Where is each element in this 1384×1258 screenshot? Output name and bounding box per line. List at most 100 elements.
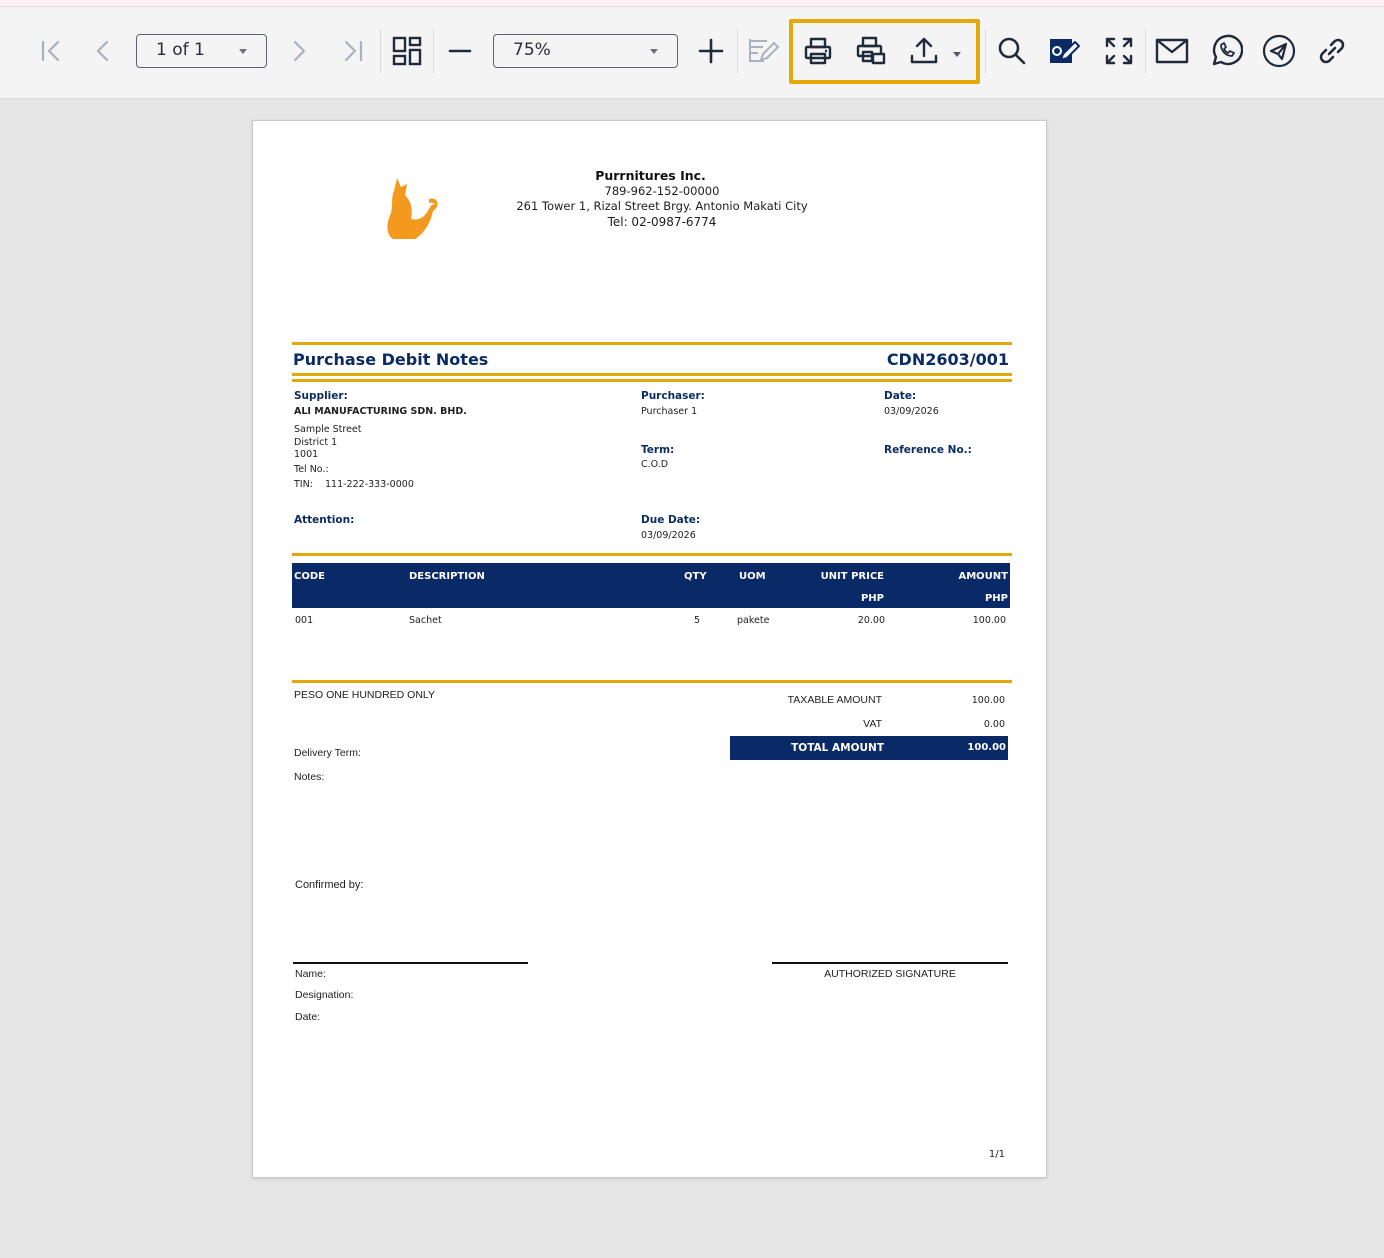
edit-form-button[interactable] (745, 33, 781, 69)
previous-page-button[interactable] (85, 33, 121, 69)
first-page-button[interactable] (33, 33, 69, 69)
page-indicator: 1 of 1 (156, 40, 205, 60)
supplier-tin-label: TIN: (294, 479, 313, 490)
export-dropdown-caret[interactable] (953, 52, 961, 57)
notes-label: Notes: (294, 771, 325, 783)
gold-divider (292, 373, 1012, 376)
zoom-in-icon (698, 38, 724, 64)
toolbar-separator (985, 29, 986, 73)
link-button[interactable] (1314, 33, 1350, 69)
taxable-amount-value: 100.00 (971, 695, 1005, 706)
row-uom: pakete (737, 615, 770, 626)
purchaser-label: Purchaser: (641, 390, 705, 402)
thumbnails-icon (392, 36, 422, 66)
first-page-icon (41, 40, 60, 62)
chevron-down-icon (650, 49, 658, 54)
delivery-term-label: Delivery Term: (294, 747, 361, 759)
date-value: 03/09/2026 (884, 406, 939, 417)
gold-divider (292, 680, 1012, 683)
last-page-icon (344, 40, 363, 62)
header-code: CODE (294, 571, 325, 582)
next-page-button[interactable] (281, 33, 317, 69)
supplier-tel: Tel No.: (294, 464, 329, 475)
sign-button[interactable] (1047, 33, 1083, 69)
document-page: Purrnitures Inc. 789-962-152-00000 261 T… (252, 120, 1047, 1178)
page-selector[interactable]: 1 of 1 (136, 34, 267, 68)
gold-divider (292, 342, 1012, 345)
term-label: Term: (641, 444, 675, 456)
due-date-value: 03/09/2026 (641, 530, 696, 541)
term-value: C.O.D (641, 459, 669, 470)
supplier-address-line2: District 1 (294, 437, 338, 448)
email-icon (1155, 38, 1189, 64)
whatsapp-button[interactable] (1208, 33, 1244, 69)
toolbar-separator (433, 29, 434, 73)
header-unit-price-currency: PHP (860, 593, 884, 604)
zoom-in-button[interactable] (693, 33, 729, 69)
gold-divider (292, 553, 1012, 556)
designation-label: Designation: (295, 989, 354, 1001)
date-label: Date: (884, 390, 917, 402)
search-icon (998, 37, 1026, 65)
header-qty: QTY (684, 571, 707, 582)
document-number: CDN2603/001 (886, 350, 1009, 369)
supplier-address-line3: 1001 (294, 449, 319, 460)
fullscreen-button[interactable] (1101, 33, 1137, 69)
edit-form-icon (749, 39, 779, 62)
toolbar-separator (1145, 29, 1146, 73)
total-amount-value: 100.00 (967, 742, 1006, 753)
toolbar-separator (737, 29, 738, 73)
telegram-button[interactable] (1261, 33, 1297, 69)
print-button[interactable] (800, 33, 836, 69)
total-amount-label: TOTAL AMOUNT (791, 742, 884, 754)
top-accent-line (0, 0, 1384, 7)
supplier-tin: 111-222-333-0000 (325, 479, 414, 490)
attention-label: Attention: (294, 514, 355, 526)
table-header: CODE DESCRIPTION QTY UOM UNIT PRICE PHP … (292, 563, 1010, 608)
zoom-out-icon (448, 49, 472, 53)
previous-page-icon (96, 40, 109, 62)
gold-divider (292, 379, 1012, 382)
export-icon (910, 37, 938, 64)
header-uom: UOM (739, 571, 766, 582)
sign-icon (1050, 39, 1080, 63)
supplier-label: Supplier: (294, 390, 348, 402)
zoom-selector[interactable]: 75% (493, 34, 678, 68)
next-page-icon (293, 40, 306, 62)
company-name: Purrnitures Inc. (595, 168, 706, 183)
header-amount: AMOUNT (958, 571, 1008, 582)
viewer-toolbar: 1 of 1 75% (0, 7, 1384, 99)
supplier-address-line1: Sample Street (294, 424, 362, 435)
company-reg-no: 789-962-152-00000 (604, 184, 720, 198)
table-row: 001 Sachet 5 pakete 20.00 100.00 (292, 611, 1010, 627)
name-label: Name: (295, 968, 326, 980)
amount-in-words: PESO ONE HUNDRED ONLY (294, 689, 435, 701)
print-setup-button[interactable] (853, 33, 889, 69)
export-button[interactable] (906, 33, 942, 69)
header-unit-price: UNIT PRICE (820, 571, 884, 582)
company-tel: Tel: 02-0987-6774 (607, 215, 717, 229)
signoff-date-label: Date: (295, 1011, 321, 1023)
link-icon (1319, 38, 1345, 64)
authorized-signature-label: AUTHORIZED SIGNATURE (824, 968, 956, 980)
page-number: 1/1 (988, 1149, 1005, 1160)
row-amount: 100.00 (972, 615, 1006, 626)
zoom-out-button[interactable] (442, 33, 478, 69)
last-page-button[interactable] (335, 33, 371, 69)
toolbar-separator (380, 29, 381, 73)
signature-line-right (772, 962, 1008, 964)
header-amount-currency: PHP (984, 593, 1008, 604)
due-date-label: Due Date: (641, 514, 701, 526)
email-button[interactable] (1154, 33, 1190, 69)
reference-label: Reference No.: (884, 444, 972, 456)
vat-value: 0.00 (983, 719, 1005, 730)
search-button[interactable] (994, 33, 1030, 69)
signature-line-left (293, 962, 528, 964)
fullscreen-icon (1105, 37, 1133, 65)
header-description: DESCRIPTION (409, 571, 485, 582)
thumbnails-button[interactable] (389, 33, 425, 69)
document-title: Purchase Debit Notes (293, 350, 489, 369)
supplier-name: ALI MANUFACTURING SDN. BHD. (294, 406, 467, 417)
confirmed-by-label: Confirmed by: (295, 879, 364, 891)
print-icon (804, 37, 832, 65)
